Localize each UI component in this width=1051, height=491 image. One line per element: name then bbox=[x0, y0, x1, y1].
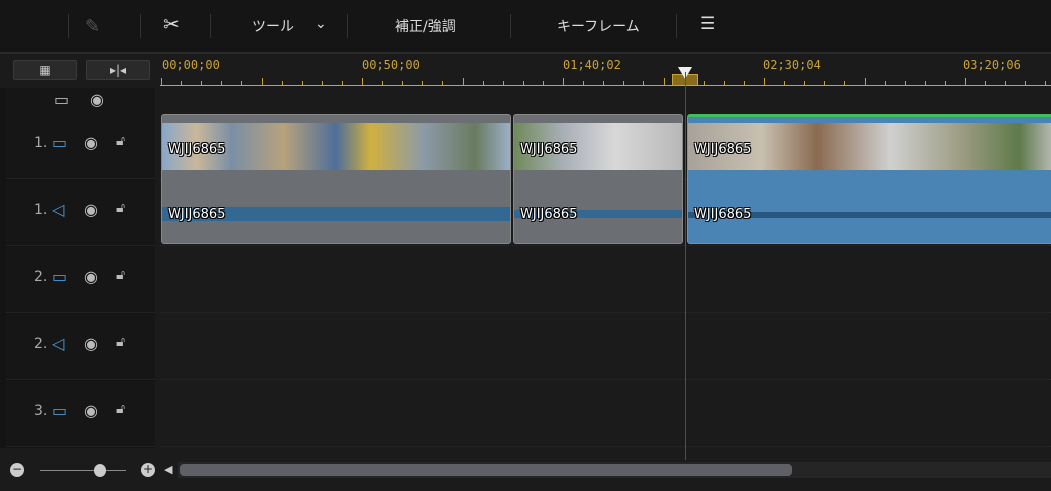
zoom-out-button[interactable]: − bbox=[10, 463, 24, 477]
subtitle-list-icon[interactable]: ☰ bbox=[700, 14, 715, 34]
timeline-ruler[interactable]: 00;00;00 00;50;00 01;40;02 02;30;04 03;2… bbox=[160, 56, 1051, 88]
track-video-2 bbox=[160, 246, 1051, 313]
track-number: 1. bbox=[34, 202, 48, 218]
ruler-tick bbox=[663, 78, 665, 85]
ruler-tick bbox=[362, 78, 363, 85]
zoom-slider-thumb[interactable] bbox=[94, 464, 106, 477]
unlock-icon[interactable]: 🔓︎ bbox=[116, 267, 125, 283]
audio-speaker-icon: ◁ bbox=[52, 200, 65, 219]
ruler-tick bbox=[764, 78, 765, 85]
scroll-left-arrow-icon[interactable]: ◀ bbox=[164, 463, 172, 476]
ruler-tick bbox=[563, 78, 564, 85]
unlock-icon[interactable]: 🔓︎ bbox=[116, 334, 125, 350]
track-header-audio: 2. ◁ ◉ 🔓︎ bbox=[6, 314, 155, 380]
all-tracks-video-icon: ▭ bbox=[54, 90, 70, 109]
edit-pen-icon[interactable]: ✎ bbox=[85, 16, 100, 37]
timecode: 00;50;00 bbox=[362, 58, 420, 72]
timecode: 00;00;00 bbox=[162, 58, 220, 72]
divider bbox=[140, 14, 141, 38]
track-number: 1. bbox=[34, 135, 48, 151]
video-track-icon: ▭ bbox=[52, 401, 68, 420]
video-clip[interactable]: WJIJ6865 WJIJ6865 bbox=[161, 114, 511, 244]
video-track-icon: ▭ bbox=[52, 267, 68, 286]
audio-clip-name: WJIJ6865 bbox=[168, 207, 226, 222]
scissors-icon[interactable]: ✂ bbox=[163, 12, 180, 36]
track-header-video: 3. ▭ ◉ 🔓︎ bbox=[6, 381, 155, 447]
ruler-tick bbox=[161, 78, 162, 85]
audio-clip-name: WJIJ6865 bbox=[520, 207, 578, 222]
unlock-icon[interactable]: 🔓︎ bbox=[116, 200, 125, 216]
unlock-icon[interactable]: 🔓︎ bbox=[116, 401, 125, 417]
divider bbox=[210, 14, 211, 38]
timeline-footer: − + ◀ bbox=[0, 460, 1051, 491]
timecode: 02;30;04 bbox=[763, 58, 821, 72]
eye-icon[interactable]: ◉ bbox=[84, 267, 98, 286]
ruler-tick bbox=[965, 78, 966, 85]
track-header-audio: 1. ◁ ◉ 🔓︎ bbox=[6, 180, 155, 246]
video-clip[interactable]: WJIJ6865 WJIJ6865 bbox=[513, 114, 683, 244]
scrollbar-thumb[interactable] bbox=[180, 464, 792, 476]
tools-menu[interactable]: ツール bbox=[252, 16, 294, 36]
divider bbox=[510, 14, 511, 38]
clip-name: WJIJ6865 bbox=[520, 142, 578, 157]
video-clip-selected[interactable]: WJIJ6865 WJIJ6865 bbox=[687, 114, 1051, 244]
zoom-slider[interactable] bbox=[40, 470, 126, 471]
fit-icon: ▸|◂ bbox=[109, 63, 127, 77]
track-number: 2. bbox=[34, 269, 48, 285]
zoom-in-button[interactable]: + bbox=[141, 463, 155, 477]
fit-timeline-button[interactable]: ▸|◂ bbox=[86, 60, 150, 80]
playhead-line bbox=[685, 72, 686, 460]
divider bbox=[347, 14, 348, 38]
divider bbox=[68, 14, 69, 38]
eye-icon[interactable]: ◉ bbox=[90, 90, 104, 109]
track-header-video: 1. ▭ ◉ 🔓︎ bbox=[6, 113, 155, 179]
ruler-baseline bbox=[160, 85, 1051, 86]
keyframe-button[interactable]: キーフレーム bbox=[557, 16, 640, 36]
divider bbox=[676, 14, 677, 38]
track-number: 3. bbox=[34, 403, 48, 419]
correct-enhance-button[interactable]: 補正/強調 bbox=[395, 16, 456, 36]
eye-icon[interactable]: ◉ bbox=[84, 133, 98, 152]
add-track-button[interactable]: ▦ bbox=[13, 60, 77, 80]
eye-icon[interactable]: ◉ bbox=[84, 200, 98, 219]
timeline-toolbar: ✎ ✂ ツール ⌄ 補正/強調 キーフレーム ☰ bbox=[0, 0, 1051, 54]
track-number: 2. bbox=[34, 336, 48, 352]
audio-clip-name: WJIJ6865 bbox=[694, 207, 752, 222]
ruler-tick bbox=[462, 78, 464, 85]
track-video-3 bbox=[160, 380, 1051, 447]
eye-icon[interactable]: ◉ bbox=[84, 334, 98, 353]
track-manager-icon: ▦ bbox=[39, 63, 51, 77]
timecode: 03;20;06 bbox=[963, 58, 1021, 72]
clip-name: WJIJ6865 bbox=[694, 142, 752, 157]
eye-icon[interactable]: ◉ bbox=[84, 401, 98, 420]
chevron-down-icon[interactable]: ⌄ bbox=[315, 16, 327, 32]
ruler-tick bbox=[864, 78, 866, 85]
unlock-icon[interactable]: 🔓︎ bbox=[116, 133, 125, 149]
track-header-video: 2. ▭ ◉ 🔓︎ bbox=[6, 247, 155, 313]
ruler-tick bbox=[261, 78, 263, 85]
track-audio-2 bbox=[160, 313, 1051, 380]
video-track-icon: ▭ bbox=[52, 133, 68, 152]
audio-speaker-icon: ◁ bbox=[52, 334, 65, 353]
timecode: 01;40;02 bbox=[563, 58, 621, 72]
clip-name: WJIJ6865 bbox=[168, 142, 226, 157]
